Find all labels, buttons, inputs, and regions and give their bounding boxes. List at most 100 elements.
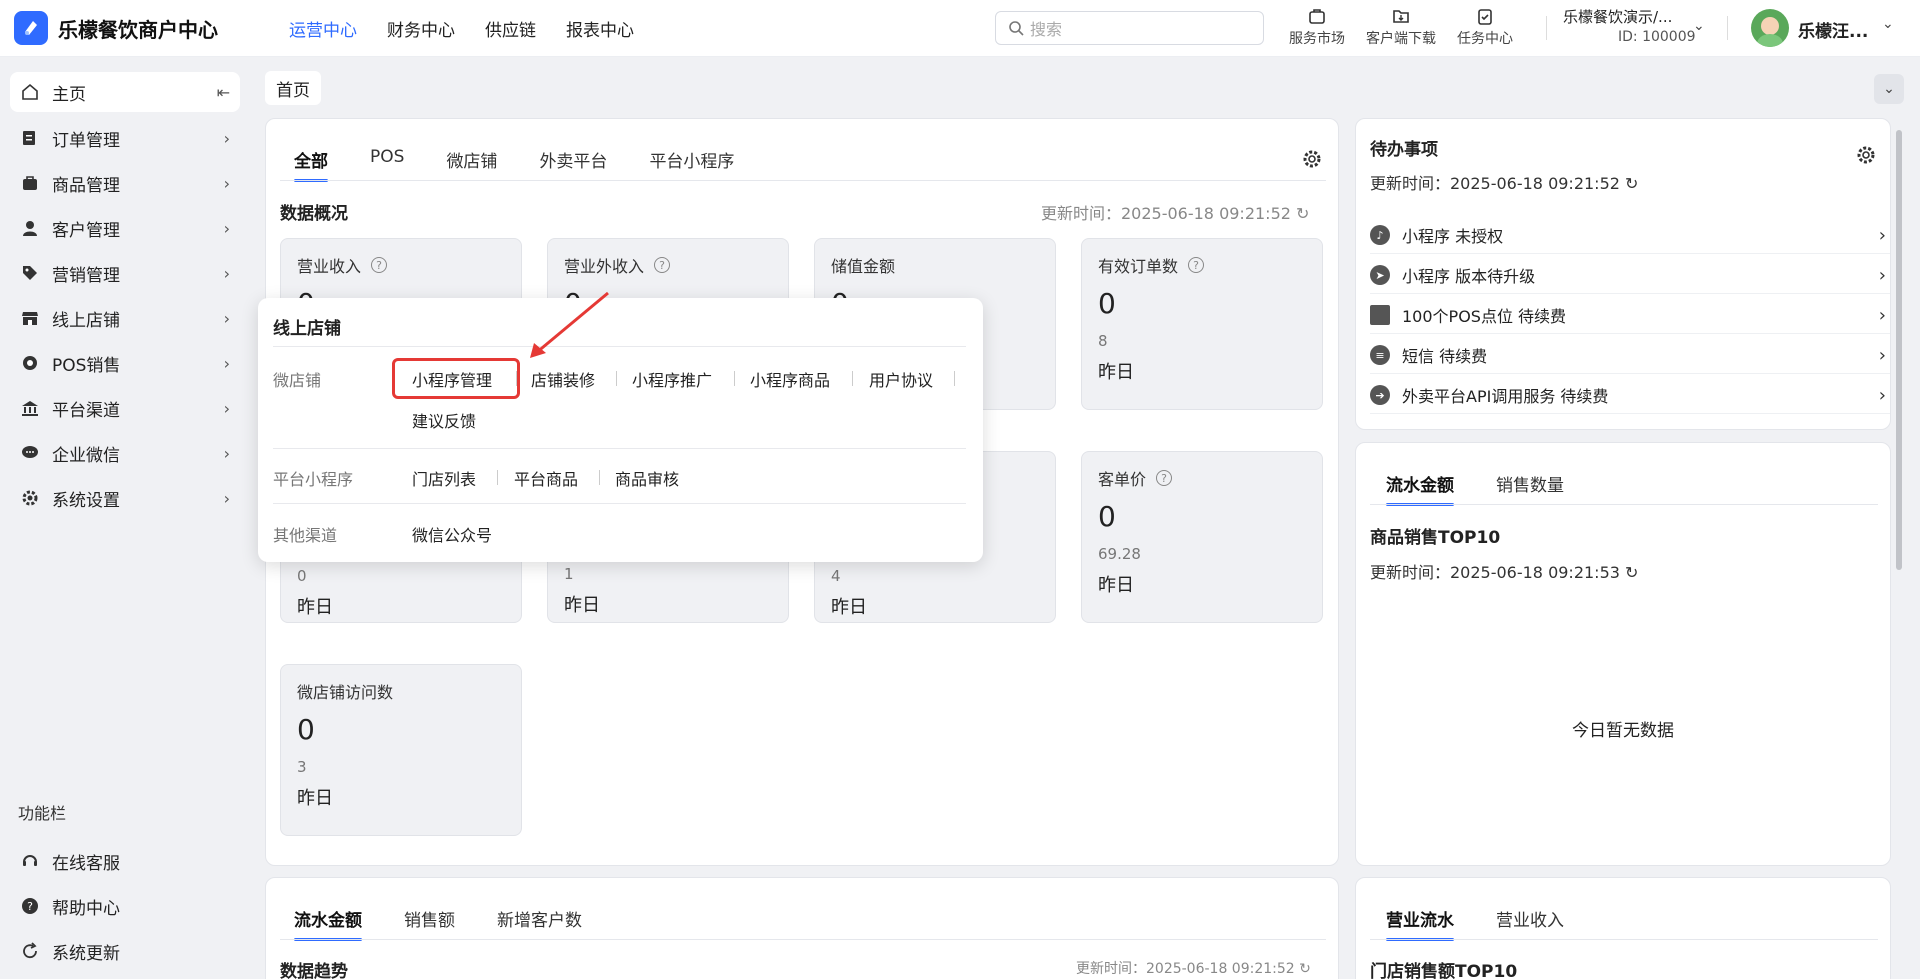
- service-market-button[interactable]: 服务市场: [1275, 6, 1359, 48]
- task-center-button[interactable]: 任务中心: [1443, 6, 1527, 48]
- account-switcher[interactable]: 乐檬餐饮演示/... ID: 100009: [1563, 6, 1696, 45]
- todo-item[interactable]: 100个POS点位 待续费 ›: [1370, 297, 1890, 334]
- tab-business-flow[interactable]: 营业流水: [1386, 906, 1454, 941]
- sidebar-item-system-settings[interactable]: 系统设置 ›: [10, 478, 240, 518]
- link-store-decoration[interactable]: 店铺装修: [531, 367, 595, 391]
- user-name[interactable]: 乐檬汪...: [1798, 17, 1868, 42]
- tab-all[interactable]: 全部: [294, 147, 328, 182]
- highlight-box: [392, 358, 520, 399]
- collapse-sidebar-icon[interactable]: ⇤: [217, 83, 230, 102]
- metric-card-avg-ticket[interactable]: 客单价? 0 69.28 昨日: [1081, 451, 1323, 623]
- yesterday-value: 1: [564, 565, 574, 583]
- sidebar-item-customers[interactable]: 客户管理 ›: [10, 208, 240, 248]
- topnav-finance[interactable]: 财务中心: [387, 16, 455, 41]
- breadcrumb[interactable]: 首页: [265, 71, 321, 105]
- todo-item[interactable]: ➤ 小程序 版本待升级 ›: [1370, 257, 1890, 294]
- sidebar-item-pos-sales[interactable]: POS销售 ›: [10, 343, 240, 383]
- sidebar-item-system-update[interactable]: 系统更新: [10, 931, 240, 971]
- chevron-right-icon: ›: [223, 398, 230, 418]
- tab-sales-quantity[interactable]: 销售数量: [1496, 471, 1564, 506]
- sidebar-item-online-store[interactable]: 线上店铺 ›: [10, 298, 240, 338]
- sidebar-item-home[interactable]: 主页 ⇤: [10, 72, 240, 112]
- delivery-icon: ➔: [1370, 385, 1390, 405]
- chevron-right-icon: ›: [223, 128, 230, 148]
- search-input[interactable]: 搜索: [995, 11, 1264, 45]
- divider: [954, 371, 955, 386]
- help-icon[interactable]: ?: [1156, 470, 1173, 486]
- tab-micro-store[interactable]: 微店铺: [446, 147, 497, 182]
- tab-platform-miniapp[interactable]: 平台小程序: [649, 147, 734, 182]
- link-platform-products[interactable]: 平台商品: [514, 466, 578, 490]
- refresh-icon[interactable]: ↻: [1296, 204, 1309, 223]
- tab-flow-amount[interactable]: 流水金额: [1386, 471, 1454, 506]
- sidebar-item-products[interactable]: 商品管理 ›: [10, 163, 240, 203]
- todo-item[interactable]: ♪ 小程序 未授权 ›: [1370, 217, 1890, 254]
- link-miniapp-products[interactable]: 小程序商品: [750, 367, 830, 391]
- sidebar-item-orders[interactable]: 订单管理 ›: [10, 118, 240, 158]
- client-download-label: 客户端下载: [1366, 31, 1436, 47]
- todo-item-label: 小程序 未授权: [1402, 227, 1504, 246]
- link-wechat-official-account[interactable]: 微信公众号: [412, 522, 492, 546]
- tab-flow-amount[interactable]: 流水金额: [294, 906, 362, 941]
- order-icon: [20, 128, 40, 148]
- help-icon[interactable]: ?: [654, 257, 671, 273]
- chevron-down-icon[interactable]: ⌄: [1874, 74, 1904, 104]
- help-icon[interactable]: ?: [371, 257, 388, 273]
- yesterday-label: 昨日: [297, 597, 333, 618]
- divider: [1727, 16, 1728, 40]
- tab-underline: [280, 939, 1326, 940]
- sidebar-item-label: 企业微信: [52, 445, 120, 466]
- sidebar-item-platform-channels[interactable]: 平台渠道 ›: [10, 388, 240, 428]
- settings-gear-icon[interactable]: [1302, 149, 1322, 169]
- metric-card-store-visits[interactable]: 微店铺访问数 0 3 昨日: [280, 664, 522, 836]
- sidebar-item-marketing[interactable]: 营销管理 ›: [10, 253, 240, 293]
- metric-card-valid-orders[interactable]: 有效订单数? 0 8 昨日: [1081, 238, 1323, 410]
- divider: [616, 371, 617, 386]
- flyout-row-label: 其他渠道: [273, 526, 338, 545]
- tab-new-customers[interactable]: 新增客户数: [497, 906, 582, 941]
- link-miniapp-promotion[interactable]: 小程序推广: [632, 367, 712, 391]
- metric-label: 营业外收入: [564, 257, 645, 276]
- chevron-right-icon: ›: [1878, 224, 1886, 246]
- help-icon[interactable]: ?: [1188, 257, 1205, 273]
- sidebar-item-online-support[interactable]: 在线客服: [10, 841, 240, 881]
- client-download-button[interactable]: 客户端下载: [1359, 6, 1443, 48]
- refresh-icon[interactable]: ↻: [1625, 563, 1638, 582]
- link-store-list[interactable]: 门店列表: [412, 466, 476, 490]
- refresh-icon[interactable]: ↻: [1299, 961, 1311, 977]
- topnav-operations[interactable]: 运营中心: [289, 16, 357, 41]
- yesterday-value: 4: [831, 567, 841, 585]
- avatar[interactable]: [1751, 9, 1789, 47]
- tab-business-revenue[interactable]: 营业收入: [1496, 906, 1564, 941]
- link-user-agreement[interactable]: 用户协议: [869, 367, 933, 391]
- topnav-reports[interactable]: 报表中心: [566, 16, 634, 41]
- settings-gear-icon[interactable]: [1856, 145, 1876, 165]
- sidebar-item-help-center[interactable]: ? 帮助中心: [10, 886, 240, 926]
- tab-underline: [280, 180, 1326, 181]
- tab-pos[interactable]: POS: [370, 147, 404, 182]
- divider: [852, 371, 853, 386]
- brand-logo[interactable]: 乐檬餐饮商户中心: [14, 11, 264, 45]
- chevron-down-icon[interactable]: ⌄: [1693, 18, 1705, 34]
- tab-sales-amount[interactable]: 销售额: [404, 906, 455, 941]
- chevron-down-icon[interactable]: ⌄: [1882, 16, 1894, 32]
- page-scrollbar[interactable]: [1896, 130, 1902, 570]
- metric-label: 储值金额: [831, 257, 896, 276]
- download-folder-icon: [1393, 10, 1409, 23]
- refresh-icon[interactable]: ↻: [1625, 174, 1638, 193]
- metric-label: 营业收入: [297, 257, 362, 276]
- link-feedback[interactable]: 建议反馈: [412, 408, 476, 432]
- account-name: 乐檬餐饮演示/...: [1563, 8, 1673, 26]
- top10-tabs: 流水金额 销售数量: [1386, 471, 1606, 506]
- breadcrumb-home: 首页: [276, 80, 310, 101]
- todo-item[interactable]: ➔ 外卖平台API调用服务 待续费 ›: [1370, 377, 1890, 414]
- topnav-supply-chain[interactable]: 供应链: [485, 16, 536, 41]
- tab-delivery-platform[interactable]: 外卖平台: [539, 147, 607, 182]
- top10-updated: 更新时间：2025-06-18 09:21:53 ↻: [1370, 559, 1638, 583]
- todo-item[interactable]: ≡ 短信 待续费 ›: [1370, 337, 1890, 374]
- empty-state: 今日暂无数据: [1572, 721, 1674, 741]
- link-product-review[interactable]: 商品审核: [615, 466, 679, 490]
- service-market-label: 服务市场: [1289, 31, 1345, 47]
- sidebar-item-enterprise-wechat[interactable]: 企业微信 ›: [10, 433, 240, 473]
- flyout-row-label: 微店铺: [273, 371, 322, 390]
